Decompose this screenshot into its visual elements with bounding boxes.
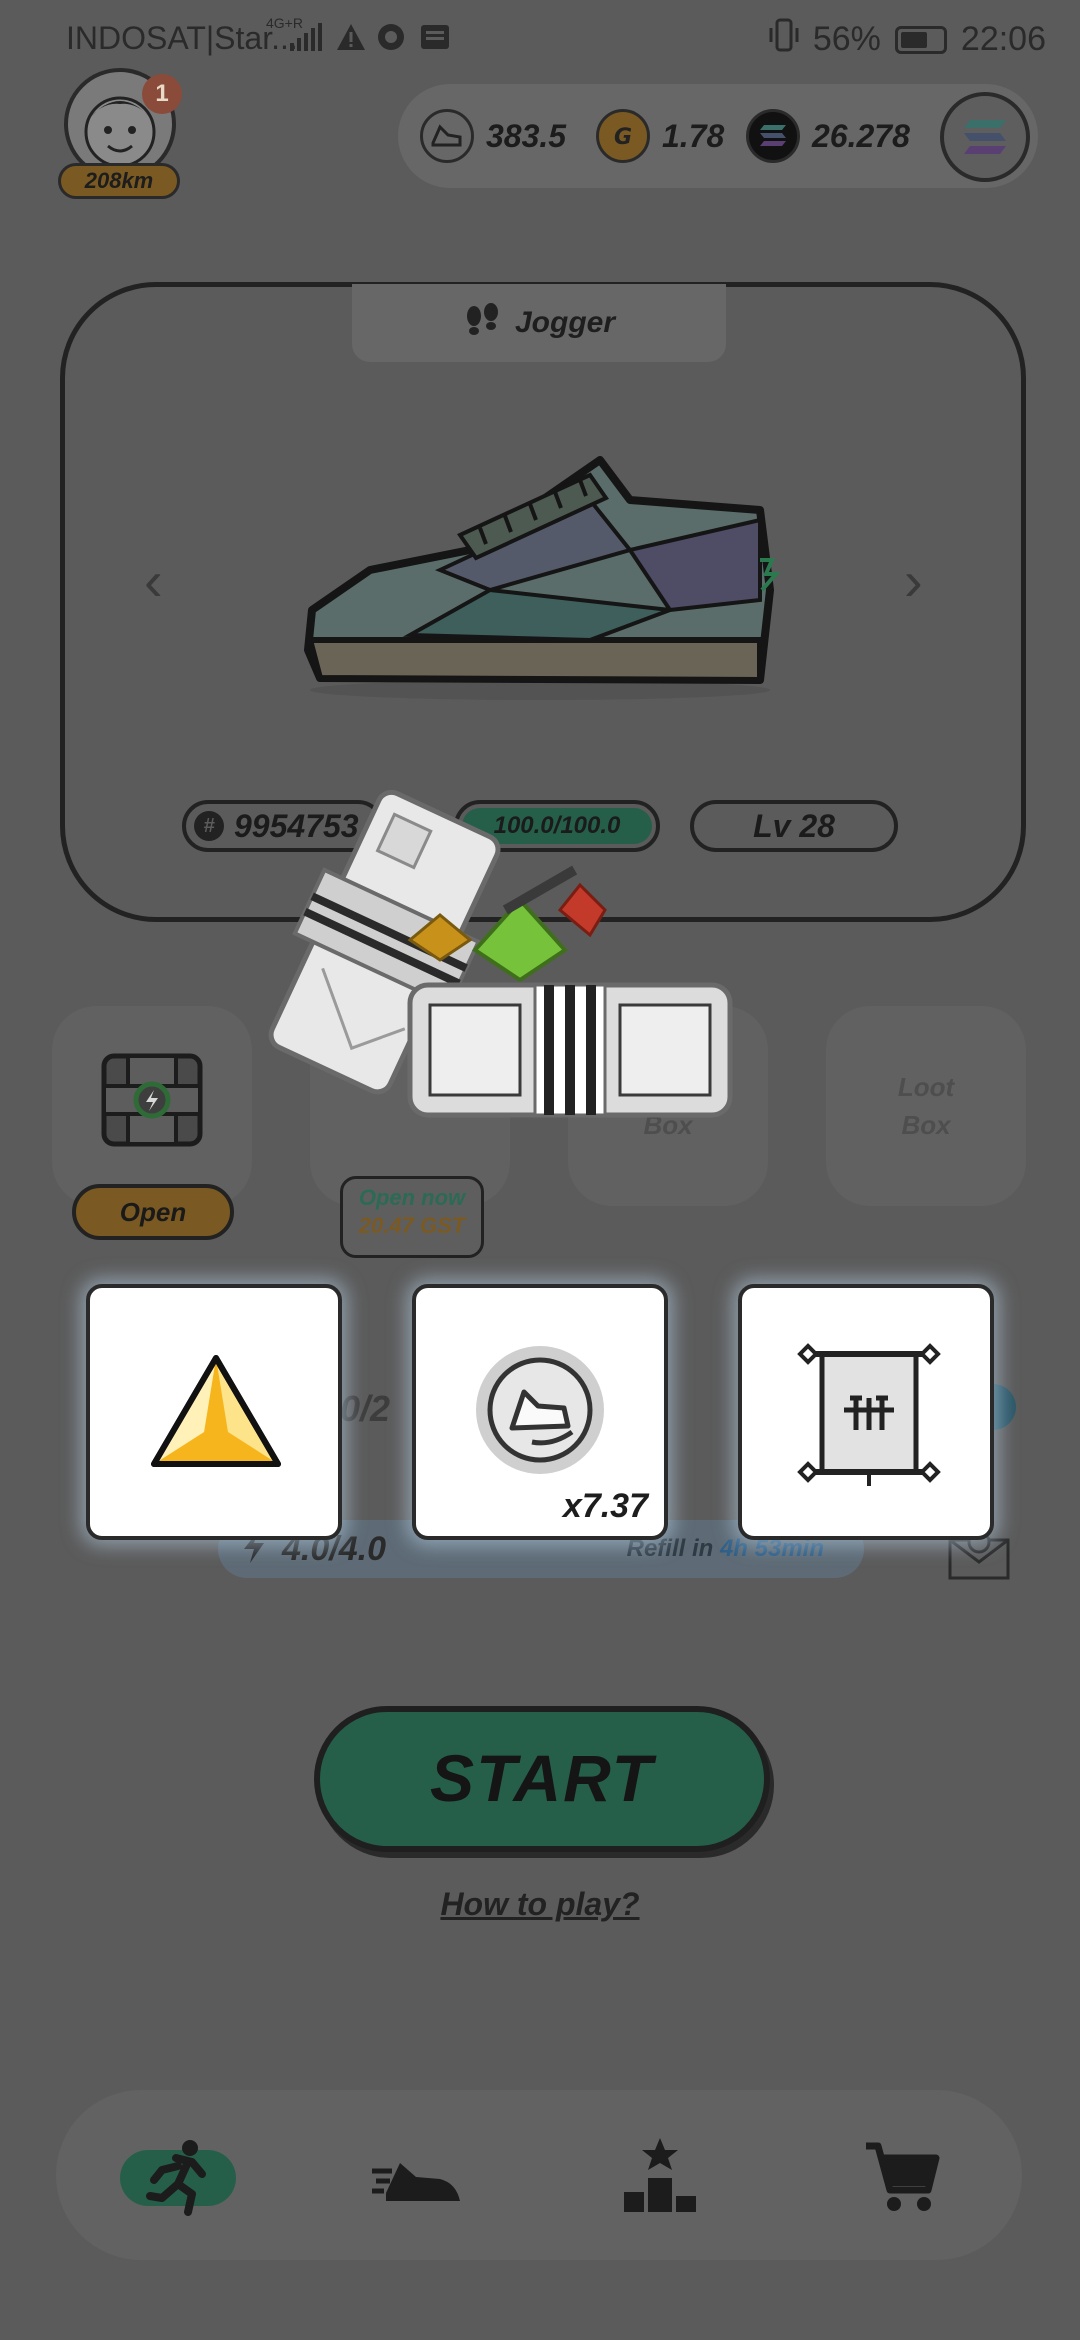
battery-icon bbox=[894, 25, 947, 54]
balance-gst[interactable]: G 1.78 bbox=[596, 84, 724, 188]
balance-gmt-value: 383.5 bbox=[486, 117, 567, 154]
gst-coin-icon: G bbox=[596, 109, 650, 163]
sneaker-type-tab: Jogger bbox=[352, 284, 726, 362]
reward-card-scroll[interactable] bbox=[738, 1284, 994, 1540]
open-now-cost: 20.47 GST bbox=[358, 1213, 466, 1238]
scroll-icon bbox=[797, 1343, 941, 1486]
balance-sol-value: 26.278 bbox=[812, 117, 910, 154]
level-value: Lv 28 bbox=[753, 807, 835, 844]
nav-run[interactable] bbox=[118, 2136, 238, 2220]
sneaker-type-label: Jogger bbox=[514, 306, 616, 339]
warning-icon bbox=[336, 22, 366, 59]
status-bar: INDOSAT|Star... 4G+R 56% 22:06 bbox=[0, 0, 1080, 76]
distance-badge: 208km bbox=[58, 163, 180, 199]
reward-card-gem[interactable] bbox=[86, 1284, 342, 1540]
balance-gst-value: 1.78 bbox=[662, 117, 725, 154]
footprints-icon bbox=[463, 302, 503, 344]
gmt-shoe-coin-icon bbox=[420, 109, 474, 163]
location-icon bbox=[376, 22, 406, 60]
progress-partial: 0/2 bbox=[340, 1388, 391, 1429]
sneaker-nav-icon bbox=[370, 2141, 466, 2216]
reward-card-gst[interactable]: x7.37 bbox=[412, 1284, 668, 1540]
loot-box-label-line1: Loot bbox=[897, 1072, 955, 1102]
hash-icon: # bbox=[194, 811, 224, 841]
next-sneaker-arrow[interactable]: › bbox=[904, 548, 923, 613]
nav-marketplace[interactable] bbox=[842, 2136, 962, 2220]
open-box-button[interactable]: Open bbox=[72, 1184, 234, 1240]
carrier-label: INDOSAT|Star... bbox=[66, 20, 298, 56]
mystery-box-icon bbox=[101, 1053, 203, 1147]
sneaker-image bbox=[290, 440, 790, 715]
svg-text:G: G bbox=[614, 125, 632, 150]
prev-sneaker-arrow[interactable]: ‹ bbox=[144, 548, 163, 613]
podium-icon bbox=[620, 2136, 700, 2221]
nav-sneakers[interactable] bbox=[358, 2136, 478, 2220]
cart-icon bbox=[862, 2136, 942, 2221]
battery-percent: 56% bbox=[812, 20, 881, 58]
clock: 22:06 bbox=[960, 20, 1046, 58]
balance-gmt[interactable]: 383.5 bbox=[420, 84, 566, 188]
message-icon bbox=[420, 22, 450, 59]
open-now-button[interactable]: Open now 20.47 GST bbox=[340, 1176, 484, 1258]
yellow-gem-icon bbox=[151, 1355, 281, 1467]
gst-token-icon bbox=[476, 1346, 604, 1474]
reward-gst-qty: x7.37 bbox=[562, 1487, 648, 1525]
vibrate-icon bbox=[769, 18, 799, 61]
how-to-play-link[interactable]: How to play? bbox=[0, 1886, 1080, 1923]
notification-badge: 1 bbox=[142, 74, 182, 114]
wallet-button[interactable] bbox=[940, 92, 1030, 182]
signal-icon bbox=[290, 22, 324, 59]
box-opening-illustration bbox=[260, 789, 740, 1155]
open-now-label: Open now bbox=[358, 1185, 466, 1210]
start-button[interactable]: START bbox=[314, 1706, 770, 1852]
loot-box-label-line2: Box bbox=[901, 1110, 951, 1140]
balance-sol[interactable]: 26.278 bbox=[746, 84, 910, 188]
solana-icon bbox=[746, 109, 800, 163]
box-slot-1[interactable] bbox=[52, 1006, 252, 1206]
box-slot-4[interactable]: Loot Box bbox=[826, 1006, 1026, 1206]
runner-icon bbox=[138, 2136, 218, 2221]
nav-leaderboard[interactable] bbox=[600, 2136, 720, 2220]
